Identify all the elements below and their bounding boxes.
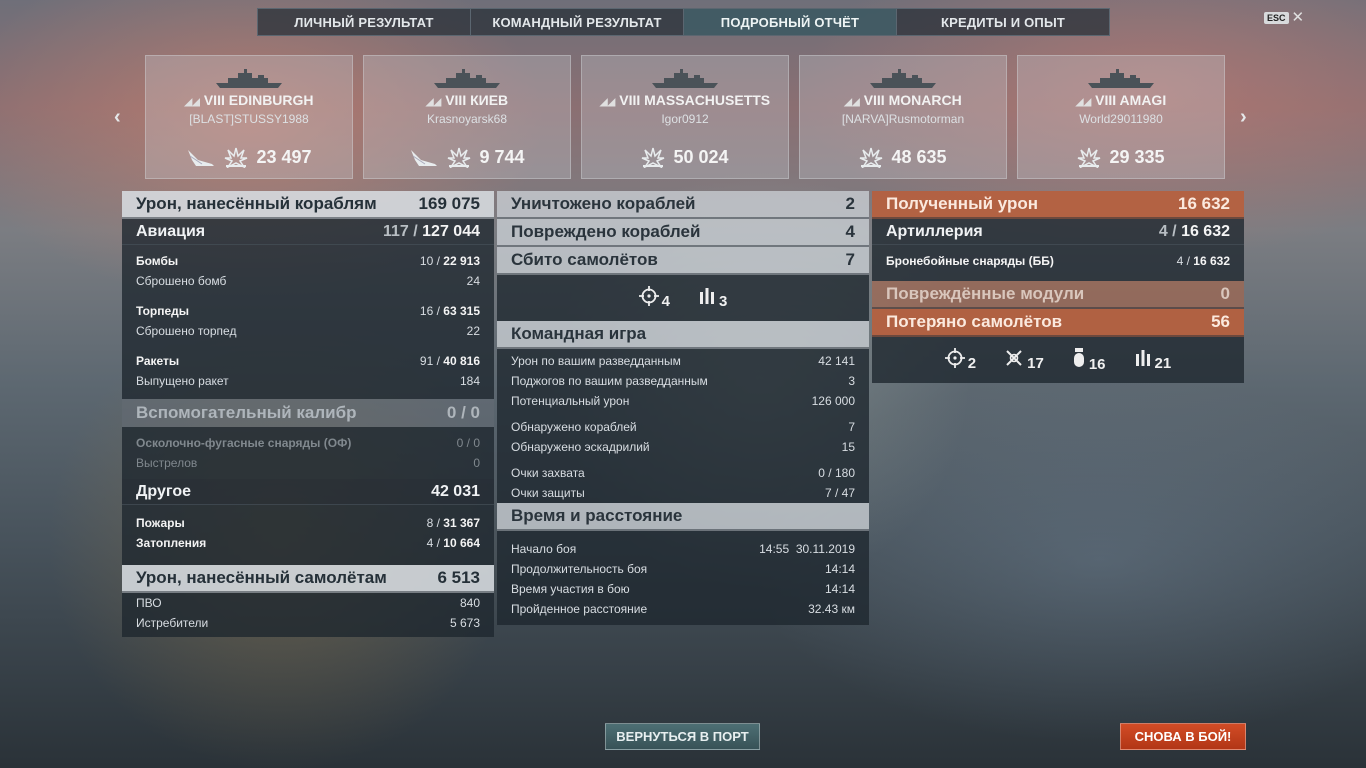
close-icon: ✕	[1291, 9, 1305, 26]
ships-destroyed-row: Уничтожено кораблей 2	[497, 191, 869, 219]
ship-name: ◢◢ VIII MASSACHUSETTS	[599, 92, 771, 108]
ships-damaged-row: Повреждено кораблей 4	[497, 219, 869, 247]
tab-detailed-report[interactable]: ПОДРОБНЫЙ ОТЧЁТ	[684, 9, 897, 35]
ship-damage-value: 50 024	[673, 146, 729, 167]
ship-card[interactable]: ◢◢ VIII EDINBURGH [BLAST]STUSSY1988 23 497	[145, 55, 353, 179]
ship-card[interactable]: ◢◢ VIII MONARCH [NARVA]Rusmotorman 48 635	[799, 55, 1007, 179]
time-distance-header: Время и расстояние	[497, 503, 869, 531]
damage-icon	[859, 146, 883, 168]
ship-name: ◢◢ VIII AMAGI	[1075, 92, 1167, 108]
ship-stats: 23 497	[146, 146, 352, 168]
ship-damage-header: Урон, нанесённый кораблям 169 075	[122, 191, 494, 219]
next-arrow-icon[interactable]: ›	[1240, 106, 1247, 129]
ship-damage-value: 9 744	[479, 146, 525, 167]
planes-lost-icons: 2 17 16 21	[872, 337, 1244, 383]
player-name: World29011980	[1079, 112, 1163, 126]
close-button[interactable]: ESC ✕	[1264, 9, 1305, 26]
ship-class-icon: ◢◢	[844, 97, 860, 108]
kills-team-column: Уничтожено кораблей 2 Повреждено кораблей…	[497, 191, 869, 625]
rocket-squadron-icon	[698, 286, 716, 310]
ship-stats: 48 635	[800, 146, 1006, 168]
ship-silhouette-icon	[650, 68, 720, 90]
damage-icon	[447, 146, 471, 168]
player-name: Krasnoyarsk68	[426, 112, 508, 126]
bomb-stat: 16	[1072, 347, 1106, 373]
ship-card[interactable]: ◢◢ VIII КИЕВ Krasnoyarsk68 9 744	[363, 55, 571, 179]
ship-name: ◢◢ VIII MONARCH	[844, 92, 962, 108]
ship-damage-value: 23 497	[256, 146, 312, 167]
damage-icon	[224, 146, 248, 168]
tab-team-result[interactable]: КОМАНДНЫЙ РЕЗУЛЬТАТ	[471, 9, 684, 35]
time-distance-details: Начало боя 14:55 30.11.2019 Продолжительн…	[497, 531, 869, 625]
ship-class-icon: ◢◢	[184, 97, 200, 108]
ship-class-icon: ◢◢	[425, 97, 442, 108]
plane-damage-header: Урон, нанесённый самолётам 6 513	[122, 565, 494, 593]
ship-stats: 29 335	[1018, 146, 1224, 168]
ship-damage-value: 48 635	[891, 146, 947, 167]
battle-again-button[interactable]: СНОВА В БОЙ!	[1120, 723, 1246, 750]
planes-shot-icons: 43	[497, 275, 869, 321]
damage-dealt-column: Урон, нанесённый кораблям 169 075 Авиация…	[122, 191, 494, 637]
crosshair-icon	[638, 286, 659, 310]
plane-damage-details: ПВО 840 Истребители 5 673	[122, 593, 494, 637]
other-row: Другое 42 031	[122, 479, 494, 505]
crosshair-icon	[944, 348, 965, 372]
aviation-row: Авиация 117 / 127 044	[122, 219, 494, 245]
ship-stats: 9 744	[364, 146, 570, 168]
ship-name: ◢◢ VIII КИЕВ	[425, 92, 509, 108]
ship-silhouette-icon	[432, 68, 502, 90]
artillery-details: Бронебойные снаряды (ББ) 4 / 16 632	[872, 245, 1244, 281]
plane-damage-icon	[186, 146, 216, 168]
rocket-squadron-icon	[1134, 348, 1152, 372]
tab-credits-xp[interactable]: КРЕДИТЫ И ОПЫТ	[897, 9, 1109, 35]
rocket-squadron-stat: 21	[1134, 348, 1171, 372]
damaged-modules-header: Повреждённые модули 0	[872, 281, 1244, 309]
player-name: [NARVA]Rusmotorman	[841, 112, 965, 126]
return-to-port-button[interactable]: ВЕРНУТЬСЯ В ПОРТ	[605, 723, 760, 750]
tab-personal-result[interactable]: ЛИЧНЫЙ РЕЗУЛЬТАТ	[258, 9, 471, 35]
ship-silhouette-icon	[868, 68, 938, 90]
tab-bar: ЛИЧНЫЙ РЕЗУЛЬТАТ КОМАНДНЫЙ РЕЗУЛЬТАТ ПОД…	[257, 8, 1110, 36]
fighter-stat: 17	[1004, 348, 1044, 372]
ship-cards: ◢◢ VIII EDINBURGH [BLAST]STUSSY1988 23 497 ◢…	[145, 55, 1225, 179]
crosshair-stat: 4	[638, 286, 670, 310]
ship-silhouette-icon	[214, 68, 284, 90]
rocket-squadron-stat: 3	[698, 286, 727, 310]
damage-icon	[641, 146, 665, 168]
planes-shot-down-row: Сбито самолётов 7	[497, 247, 869, 275]
esc-key-badge: ESC	[1264, 12, 1289, 24]
ship-class-icon: ◢◢	[1075, 97, 1092, 108]
plane-damage-icon	[409, 146, 439, 168]
prev-arrow-icon[interactable]: ‹	[114, 106, 121, 129]
ship-stats: 50 024	[582, 146, 788, 168]
ship-class-icon: ◢◢	[599, 97, 616, 108]
ship-card[interactable]: ◢◢ VIII AMAGI World29011980 29 335	[1017, 55, 1225, 179]
player-name: Igor0912	[661, 112, 709, 126]
ship-damage-value: 29 335	[1109, 146, 1165, 167]
damage-icon	[1077, 146, 1101, 168]
team-play-header: Командная игра	[497, 321, 869, 349]
secondary-battery-header: Вспомогательный калибр 0 / 0	[122, 399, 494, 427]
secondary-details: Осколочно-фугасные снаряды (ОФ) 0 / 0 Выс…	[122, 427, 494, 479]
other-details: Пожары 8 / 31 367 Затопления 4 / 10 664	[122, 505, 494, 565]
ship-name: ◢◢ VIII EDINBURGH	[184, 92, 314, 108]
artillery-row: Артиллерия 4 / 16 632	[872, 219, 1244, 245]
ship-silhouette-icon	[1086, 68, 1156, 90]
ship-card[interactable]: ◢◢ VIII MASSACHUSETTS Igor0912 50 024	[581, 55, 789, 179]
crosshair-stat: 2	[944, 348, 976, 372]
damage-received-column: Полученный урон 16 632 Артиллерия 4 / 16 6…	[872, 191, 1244, 383]
planes-lost-header: Потеряно самолётов 56	[872, 309, 1244, 337]
aviation-details: Бомбы 10 / 22 913 Сброшено бомб 24 Торпед…	[122, 245, 494, 399]
fighter-icon	[1004, 348, 1024, 372]
team-play-details: Урон по вашим разведданным 42 141 Поджого…	[497, 349, 869, 503]
bomb-icon	[1072, 347, 1086, 373]
damage-received-header: Полученный урон 16 632	[872, 191, 1244, 219]
player-name: [BLAST]STUSSY1988	[189, 112, 309, 126]
